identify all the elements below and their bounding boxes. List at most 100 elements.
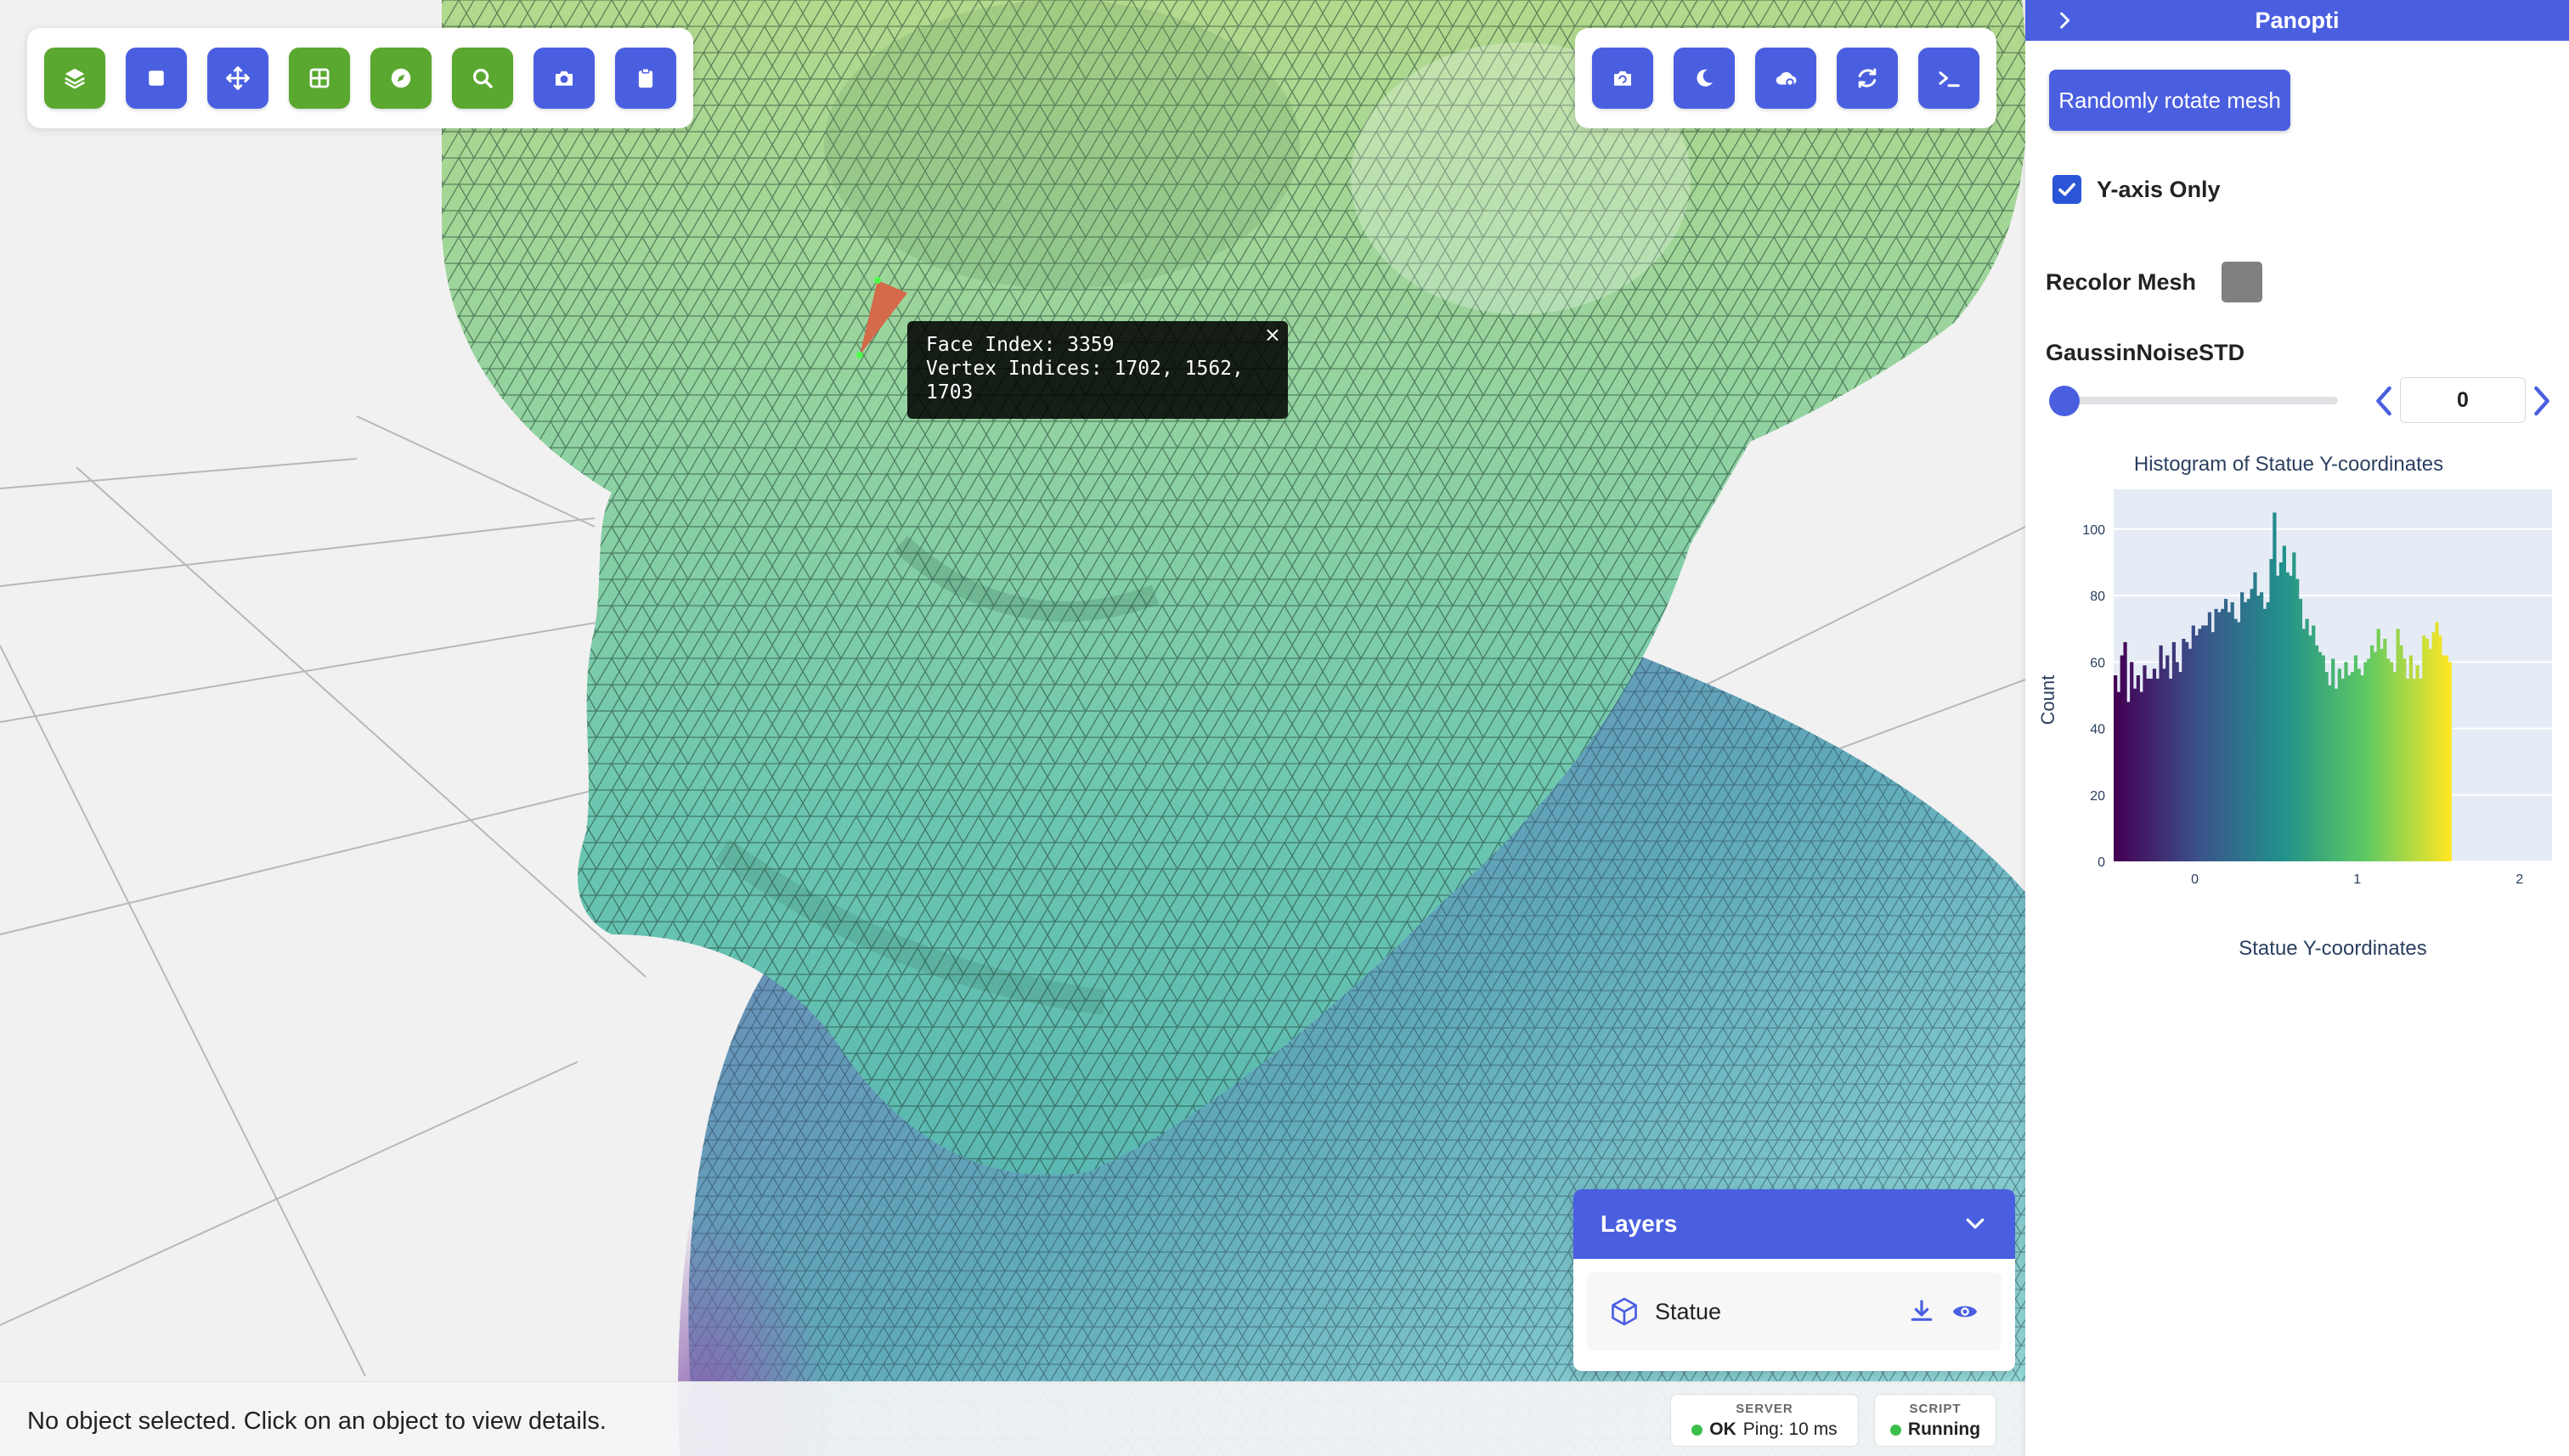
- noise-value-input[interactable]: [2400, 377, 2526, 423]
- histogram-bar: [2360, 675, 2364, 861]
- checkmark-icon: [2058, 183, 2075, 196]
- y-tick-label: 0: [2098, 855, 2105, 870]
- chevron-right-icon[interactable]: [2530, 384, 2554, 418]
- x-tick-label: 1: [2353, 872, 2361, 887]
- histogram-bar: [2389, 662, 2394, 861]
- histogram-bar: [2402, 658, 2407, 861]
- search-icon: [473, 69, 493, 88]
- histogram-bar: [2399, 645, 2403, 861]
- histogram-bar: [2328, 685, 2332, 861]
- noise-slider-track[interactable]: [2064, 397, 2338, 404]
- histogram-bar: [2340, 678, 2345, 861]
- yaxis-only-checkbox[interactable]: [2052, 175, 2081, 204]
- 3d-viewport[interactable]: × Face Index: 3359 Vertex Indices: 1702,…: [0, 0, 2025, 1456]
- histogram-bar: [2266, 601, 2270, 861]
- moon-icon: [1697, 69, 1713, 87]
- histogram-bar: [2182, 638, 2186, 861]
- layer-item[interactable]: Statue: [1587, 1273, 2002, 1351]
- chevron-right-icon[interactable]: [2052, 8, 2076, 32]
- yaxis-only-label: Y-axis Only: [2097, 176, 2221, 202]
- download-icon[interactable]: [1908, 1298, 1935, 1325]
- histogram-bar: [2210, 632, 2215, 861]
- face-info-tooltip: × Face Index: 3359 Vertex Indices: 1702,…: [907, 321, 1288, 419]
- randomly-rotate-button[interactable]: Randomly rotate mesh: [2049, 70, 2290, 131]
- tooltip-close-button[interactable]: ×: [1264, 323, 1281, 347]
- histogram-bar: [2116, 691, 2121, 861]
- histogram-bar: [2114, 675, 2118, 861]
- recolor-mesh-row: Recolor Mesh: [2046, 262, 2263, 302]
- yaxis-only-checkbox-row[interactable]: Y-axis Only: [2052, 175, 2221, 204]
- layers-header[interactable]: Layers: [1573, 1189, 2015, 1259]
- histogram-bar: [2217, 612, 2222, 861]
- chevron-down-icon[interactable]: [1962, 1211, 1988, 1237]
- histogram-bar: [2240, 592, 2244, 861]
- refresh-button[interactable]: [1837, 48, 1898, 109]
- status-message: No object selected. Click on an object t…: [27, 1408, 607, 1435]
- histogram-bar: [2425, 638, 2430, 861]
- histogram-bar: [2408, 655, 2414, 861]
- compass-button[interactable]: [370, 48, 432, 109]
- y-tick-label: 20: [2090, 789, 2105, 804]
- moon-button[interactable]: [1674, 48, 1735, 109]
- recolor-mesh-label: Recolor Mesh: [2046, 268, 2197, 295]
- histogram-bar: [2278, 562, 2284, 861]
- chevron-left-icon[interactable]: [2372, 384, 2396, 418]
- histogram-bar: [2207, 612, 2212, 861]
- refresh-icon: [1858, 68, 1877, 88]
- search-button[interactable]: [452, 48, 513, 109]
- histogram-bar: [2295, 578, 2300, 861]
- histogram-bar: [2149, 678, 2154, 861]
- tooltip-vertex-indices-cont: 1703: [926, 381, 974, 404]
- histogram-bar: [2273, 512, 2277, 861]
- grid-button[interactable]: [289, 48, 350, 109]
- histogram-bar: [2376, 629, 2380, 861]
- camera-rotate-button[interactable]: [1592, 48, 1653, 109]
- histogram-bar: [2162, 669, 2166, 861]
- histogram-bar: [2214, 608, 2218, 861]
- tooltip-vertex-indices: Vertex Indices: 1702, 1562,: [926, 358, 1244, 380]
- terminal-button[interactable]: [1918, 48, 1979, 109]
- script-state: Running: [1907, 1419, 1981, 1439]
- histogram-bar: [2185, 641, 2189, 861]
- square-button[interactable]: [126, 48, 187, 109]
- histogram-bar: [2168, 678, 2173, 861]
- histogram-bar: [2139, 691, 2143, 861]
- histogram-bar: [2435, 622, 2439, 861]
- histogram-bar: [2130, 662, 2134, 861]
- histogram-bar: [2221, 608, 2225, 861]
- compass-icon: [391, 68, 411, 88]
- histogram-bar: [2318, 652, 2323, 861]
- recolor-color-picker[interactable]: [2222, 262, 2263, 302]
- square-icon: [149, 71, 164, 86]
- terminal-icon: [1939, 71, 1960, 87]
- histogram-bar: [2269, 559, 2273, 861]
- chart-title: Histogram of Statue Y-coordinates: [2134, 453, 2443, 476]
- histogram-bar: [2250, 589, 2254, 861]
- histogram-bar: [2198, 629, 2202, 861]
- cloud-search-button[interactable]: [1755, 48, 1816, 109]
- clipboard-button[interactable]: [615, 48, 676, 109]
- grid-icon: [309, 68, 330, 88]
- right-toolbar: [1575, 28, 1996, 128]
- noise-slider-thumb[interactable]: [2049, 386, 2080, 416]
- histogram-chart: Histogram of Statue Y-coordinates 020406…: [2037, 453, 2552, 960]
- histogram-bar: [2285, 572, 2290, 861]
- histogram-bar: [2282, 545, 2286, 861]
- status-bar: No object selected. Click on an object t…: [0, 1381, 2025, 1456]
- histogram-bar: [2289, 575, 2293, 861]
- histogram-bar: [2260, 592, 2264, 861]
- histogram-bar: [2334, 688, 2339, 861]
- left-toolbar: [27, 28, 693, 128]
- histogram-bar: [2363, 662, 2368, 861]
- eye-icon[interactable]: [1951, 1297, 1979, 1326]
- histogram-bar: [2243, 601, 2248, 861]
- side-panel: Panopti Randomly rotate mesh Y-axis Only…: [2025, 0, 2569, 1456]
- histogram-bar: [2357, 669, 2361, 861]
- histogram-bar: [2155, 678, 2160, 861]
- histogram-bar: [2442, 655, 2446, 861]
- server-caption: SERVER: [1736, 1402, 1793, 1416]
- layers-button[interactable]: [44, 48, 105, 109]
- camera-button[interactable]: [534, 48, 595, 109]
- move-button[interactable]: [207, 48, 268, 109]
- camera-rotate-icon: [1614, 71, 1631, 86]
